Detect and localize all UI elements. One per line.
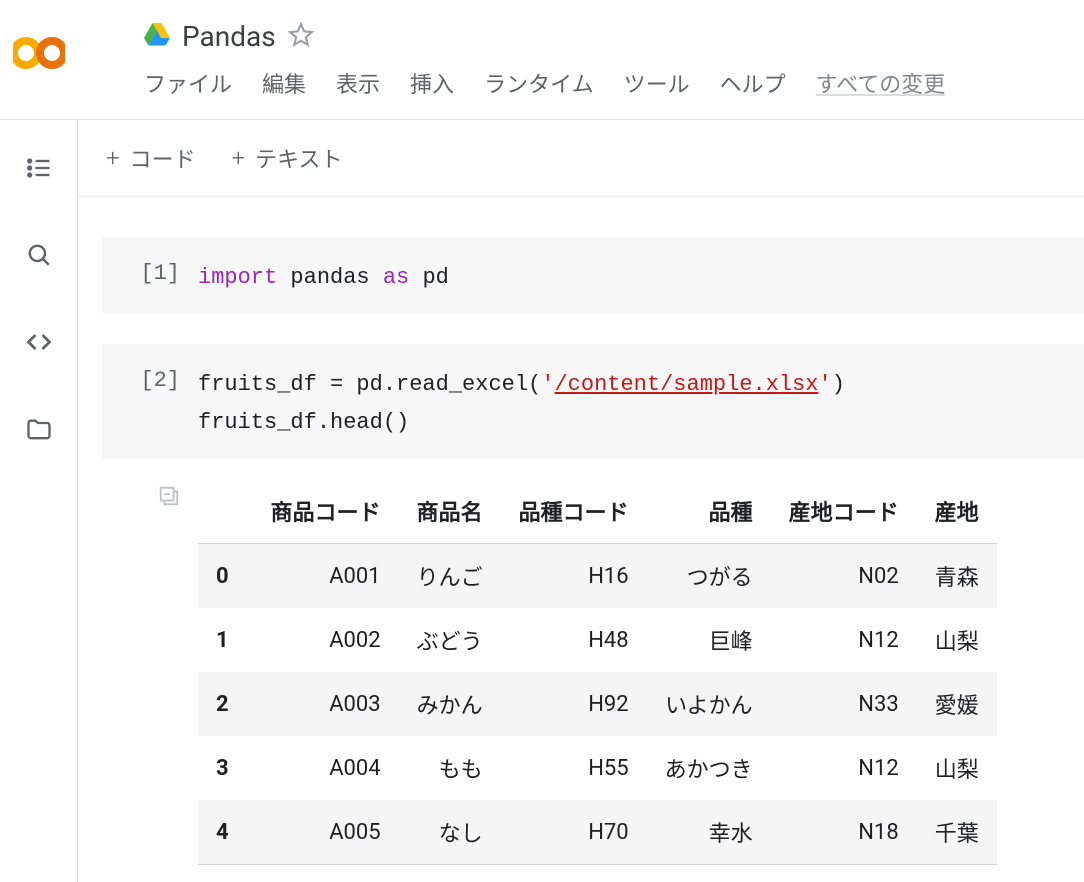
plus-icon: + [232,144,246,172]
table-cell: N18 [771,800,917,865]
table-cell: もも [399,736,501,800]
menu-tools[interactable]: ツール [624,67,690,99]
code-cell[interactable]: [1] import pandas as pd [102,237,1084,314]
execution-count: [1] [140,261,180,286]
table-cell: N12 [771,736,917,800]
table-cell: ぶどう [399,608,501,672]
header-bar: Pandas ファイル 編集 表示 挿入 ランタイム ツール ヘルプ すべての変… [0,0,1084,120]
table-cell: H92 [501,672,647,736]
table-cell: A003 [253,672,399,736]
left-sidebar [0,120,78,882]
table-cell: N12 [771,608,917,672]
table-cell: H48 [501,608,647,672]
table-row: 3A004ももH55あかつきN12山梨 [198,736,997,800]
document-title[interactable]: Pandas [182,20,276,53]
column-header: 品種コード [501,479,647,544]
table-row: 4A005なしH70幸水N18千葉 [198,800,997,865]
table-row: 0A001りんごH16つがるN02青森 [198,544,997,609]
table-cell: N33 [771,672,917,736]
table-cell: H16 [501,544,647,609]
add-code-button[interactable]: + コード [106,142,196,174]
code-snippets-icon[interactable] [25,328,53,360]
table-cell: A001 [253,544,399,609]
column-header: 産地 [917,479,997,544]
cell-output: 商品コード商品名品種コード品種産地コード産地 0A001りんごH16つがるN02… [102,479,1084,865]
table-cell: H70 [501,800,647,865]
table-cell: A005 [253,800,399,865]
row-index: 1 [198,608,253,672]
table-cell: りんご [399,544,501,609]
column-header: 商品名 [399,479,501,544]
row-index: 4 [198,800,253,865]
table-cell: 青森 [917,544,997,609]
row-index: 3 [198,736,253,800]
execution-count: [2] [140,368,180,393]
table-row: 2A003みかんH92いよかんN33愛媛 [198,672,997,736]
table-cell: A002 [253,608,399,672]
search-icon[interactable] [26,242,52,272]
column-header: 品種 [647,479,771,544]
code-content[interactable]: import pandas as pd [198,255,1084,296]
menu-runtime[interactable]: ランタイム [484,67,594,99]
code-content[interactable]: fruits_df = pd.read_excel('/content/samp… [198,362,1084,441]
colab-logo[interactable] [0,8,78,70]
row-index: 2 [198,672,253,736]
menu-help[interactable]: ヘルプ [720,67,786,99]
code-cell[interactable]: [2] fruits_df = pd.read_excel('/content/… [102,344,1084,459]
menu-file[interactable]: ファイル [144,67,232,99]
star-icon[interactable] [288,22,314,52]
drive-icon [144,23,170,51]
row-index: 0 [198,544,253,609]
column-header: 商品コード [253,479,399,544]
menu-edit[interactable]: 編集 [262,67,306,99]
save-status[interactable]: すべての変更 [816,67,946,99]
folder-icon[interactable] [25,416,53,448]
output-indicator-icon[interactable] [158,485,180,511]
toc-icon[interactable] [25,154,53,186]
plus-icon: + [106,144,120,172]
menu-view[interactable]: 表示 [336,67,380,99]
menu-bar: ファイル 編集 表示 挿入 ランタイム ツール ヘルプ すべての変更 [78,67,1084,99]
table-cell: 山梨 [917,608,997,672]
menu-insert[interactable]: 挿入 [410,67,454,99]
table-cell: 巨峰 [647,608,771,672]
table-cell: あかつき [647,736,771,800]
index-header [198,479,253,544]
table-cell: つがる [647,544,771,609]
table-row: 1A002ぶどうH48巨峰N12山梨 [198,608,997,672]
cell-toolbar: + コード + テキスト [78,120,1084,197]
table-cell: N02 [771,544,917,609]
table-cell: なし [399,800,501,865]
table-cell: みかん [399,672,501,736]
dataframe-table: 商品コード商品名品種コード品種産地コード産地 0A001りんごH16つがるN02… [198,479,997,865]
table-cell: H55 [501,736,647,800]
table-cell: 幸水 [647,800,771,865]
table-cell: A004 [253,736,399,800]
table-cell: いよかん [647,672,771,736]
table-cell: 山梨 [917,736,997,800]
column-header: 産地コード [771,479,917,544]
table-cell: 愛媛 [917,672,997,736]
table-cell: 千葉 [917,800,997,865]
add-text-button[interactable]: + テキスト [232,142,343,174]
